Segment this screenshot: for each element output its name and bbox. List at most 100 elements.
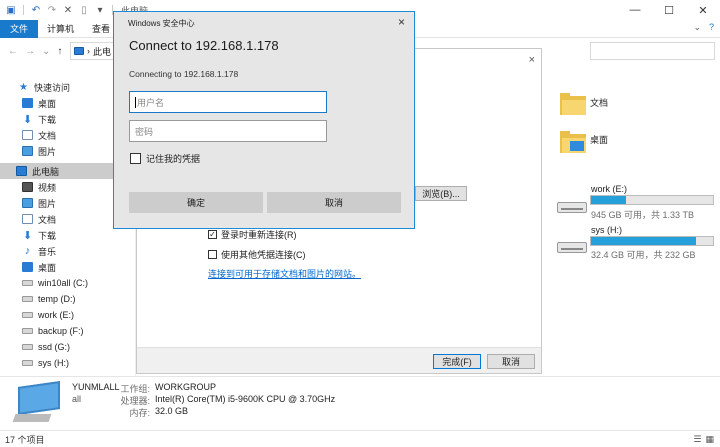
desktop-icon [22, 262, 33, 272]
browse-button[interactable]: 浏览(B)... [415, 186, 467, 201]
address-field[interactable]: › 此电 [70, 42, 114, 60]
other-credentials-checkbox[interactable]: 使用其他凭据连接(C) [208, 248, 306, 261]
cancel-button[interactable]: 取消 [267, 192, 401, 213]
hard-drive-icon[interactable] [557, 202, 587, 213]
sidebar-item-label: 快速访问 [34, 82, 71, 93]
ribbon-right-controls: ⌄ ? [693, 22, 714, 33]
close-button[interactable]: ✕ [686, 0, 720, 20]
properties-icon[interactable]: ▯ [78, 4, 90, 16]
tab-file[interactable]: 文件 [0, 19, 39, 38]
finish-button[interactable]: 完成(F) [433, 354, 481, 369]
sidebar-item-label: backup (F:) [38, 326, 84, 336]
up-icon[interactable]: ↑ [57, 46, 62, 57]
drive-usage-fill [591, 237, 696, 245]
document-icon [22, 214, 33, 224]
minimize-button[interactable]: — [618, 0, 652, 20]
checkbox-box[interactable] [130, 153, 141, 164]
close-icon[interactable]: × [398, 15, 405, 29]
other-credentials-label: 使用其他凭据连接(C) [221, 250, 306, 260]
back-icon[interactable]: ← [8, 46, 18, 57]
sidebar-item-label: sys (H:) [38, 358, 69, 368]
drive-detail-h: 32.4 GB 可用，共 232 GB [591, 250, 696, 260]
memory-value: 32.0 GB [155, 406, 189, 416]
search-input[interactable] [590, 42, 715, 60]
close-icon[interactable]: × [529, 54, 535, 66]
forward-icon[interactable]: → [25, 46, 35, 57]
sidebar-item-drive-h[interactable]: sys (H:) [0, 355, 136, 371]
document-icon [22, 130, 33, 140]
sidebar-item-label: 此电脑 [32, 166, 60, 177]
cancel-button[interactable]: 取消 [487, 354, 535, 369]
drive-icon [22, 328, 33, 334]
tab-computer[interactable]: 计算机 [38, 20, 83, 38]
computer-icon [74, 47, 84, 55]
drive-name-h: sys (H:) [591, 225, 622, 235]
music-icon: ♪ [24, 245, 31, 257]
password-placeholder: 密码 [135, 126, 154, 137]
help-icon[interactable]: ? [709, 22, 714, 33]
customize-icon[interactable]: ▾ [94, 4, 106, 16]
remember-credentials-checkbox[interactable]: 记住我的凭据 [130, 152, 200, 165]
sidebar-item-drive-c[interactable]: win10all (C:) [0, 275, 136, 291]
folder-label-desktop: 桌面 [590, 135, 609, 145]
text-caret [135, 96, 136, 108]
maximize-button[interactable]: ☐ [652, 0, 686, 20]
hard-drive-icon[interactable] [557, 242, 587, 253]
drive-icon [22, 344, 33, 350]
window-controls: — ☐ ✕ [618, 0, 720, 20]
username-field[interactable]: 用户名 [129, 91, 327, 113]
ok-button[interactable]: 确定 [129, 192, 263, 213]
undo-icon[interactable]: ↶ [30, 4, 42, 16]
divider [23, 5, 24, 15]
dialog-heading: Connect to 192.168.1.178 [129, 38, 279, 53]
desktop-icon [22, 98, 33, 108]
sidebar-item-downloads[interactable]: ⬇ 下载 [0, 227, 136, 243]
sidebar-item-drive-g[interactable]: ssd (G:) [0, 339, 136, 355]
drive-icon [22, 312, 33, 318]
documents-folder-icon[interactable] [560, 93, 586, 115]
checkbox-box[interactable] [208, 250, 217, 259]
checkbox-box[interactable]: ✓ [208, 230, 217, 239]
sidebar-item-desktop[interactable]: 桌面 [0, 259, 136, 275]
reconnect-checkbox[interactable]: ✓ 登录时重新连接(R) [208, 228, 297, 241]
sidebar-item-label: work (E:) [38, 310, 74, 320]
storage-website-link[interactable]: 连接到可用于存储文档和图片的网站。 [208, 267, 361, 280]
large-icons-view-icon[interactable]: ▦ [705, 434, 714, 445]
details-pane: YUNMLALL all 工作组: WORKGROUP 处理器: Intel(R… [0, 376, 720, 430]
processor-value: Intel(R) Core(TM) i5-9600K CPU @ 3.70GHz [155, 394, 336, 404]
computer-icon [16, 166, 27, 176]
breadcrumb: 此电 [93, 46, 112, 57]
sidebar-item-label: temp (D:) [38, 294, 76, 304]
memory-label: 内存: [129, 408, 150, 418]
sidebar-item-label: 桌面 [38, 262, 57, 273]
dialog-subtitle: Connecting to 192.168.1.178 [129, 69, 239, 79]
expand-ribbon-icon[interactable]: ⌄ [693, 22, 701, 33]
drive-usage-bar-e [590, 195, 714, 205]
sidebar-item-label: 文档 [38, 214, 57, 225]
sidebar-item-label: win10all (C:) [38, 278, 89, 288]
redo-icon[interactable]: ↷ [46, 4, 58, 16]
sidebar-item-drive-f[interactable]: backup (F:) [0, 323, 136, 339]
reconnect-label: 登录时重新连接(R) [221, 230, 297, 240]
drive-usage-fill [591, 196, 627, 204]
sidebar-item-drive-d[interactable]: temp (D:) [0, 291, 136, 307]
sidebar-item-label: 下载 [38, 114, 57, 125]
sidebar-item-music[interactable]: ♪ 音乐 [0, 243, 136, 259]
sidebar-item-drive-e[interactable]: work (E:) [0, 307, 136, 323]
quick-access-toolbar: ▣ ↶ ↷ ✕ ▯ ▾ [0, 4, 115, 16]
sidebar-item-label: 下载 [38, 230, 57, 241]
download-icon: ⬇ [22, 229, 33, 242]
sidebar-item-label: 桌面 [38, 98, 57, 109]
workgroup-value: WORKGROUP [155, 382, 217, 392]
breadcrumb-chevron: › [87, 46, 90, 56]
delete-icon[interactable]: ✕ [62, 4, 74, 16]
windows-security-dialog: Windows 安全中心 × Connect to 192.168.1.178 … [113, 11, 415, 229]
drive-name-e: work (E:) [591, 184, 627, 194]
username-placeholder: 用户名 [137, 97, 165, 108]
desktop-folder-icon[interactable] [560, 131, 586, 153]
sidebar-item-label: 图片 [38, 146, 57, 157]
password-field[interactable]: 密码 [129, 120, 327, 142]
details-view-icon[interactable]: ☰ [693, 434, 701, 445]
sidebar-item-label: ssd (G:) [38, 342, 71, 352]
recent-locations-icon[interactable]: ⌄ [42, 46, 50, 57]
